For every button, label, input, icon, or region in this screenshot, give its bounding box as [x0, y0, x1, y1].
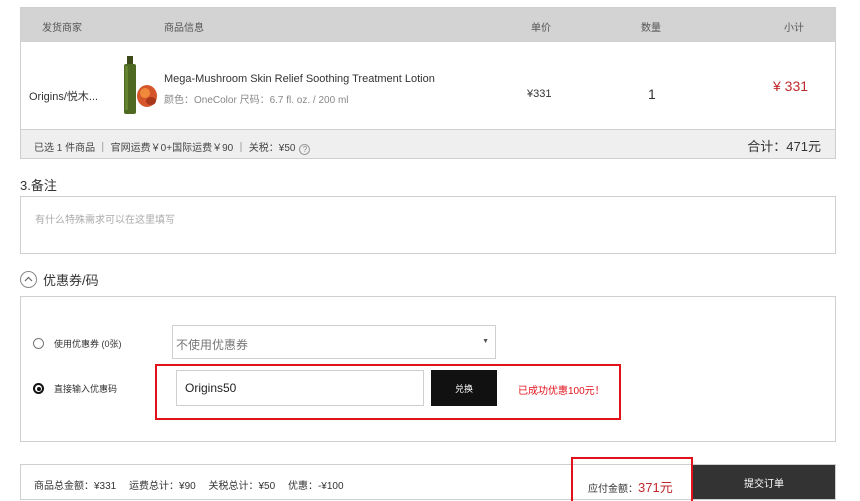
payable-label: 应付金额： [588, 484, 638, 495]
summary-text: 已选 1 件商品 ｜ 官网运费￥0+国际运费￥90 ｜ 关税：¥50 [34, 143, 296, 154]
coupon-select[interactable]: 不使用优惠券 ▼ [172, 325, 496, 359]
payable-amount: 371元 [638, 480, 673, 495]
order-summary-bar: 已选 1 件商品 ｜ 官网运费￥0+国际运费￥90 ｜ 关税：¥50? 合计：4… [21, 130, 835, 158]
coupon-select-value: 不使用优惠券 [176, 338, 249, 352]
product-attributes: 颜色：OneColor 尺码：6.7 fl. oz. / 200 ml [164, 95, 349, 106]
goods-total: 商品总金额：¥331 [34, 481, 117, 492]
header-seller: 发货商家 [42, 23, 82, 34]
product-image[interactable] [116, 54, 162, 118]
product-name[interactable]: Mega-Mushroom Skin Relief Soothing Treat… [164, 73, 435, 85]
use-coupon-option[interactable]: 使用优惠券 (0张) [33, 337, 122, 350]
checkout-footer: 商品总金额：¥331 运费总计：¥90 关税总计：¥50 优惠：-¥100 应付… [20, 457, 836, 501]
chevron-up-icon[interactable] [20, 270, 37, 288]
header-subtotal: 小计 [784, 23, 804, 34]
coupon-code-field[interactable] [176, 370, 424, 406]
header-product: 商品信息 [164, 23, 204, 34]
direct-code-radio[interactable] [33, 383, 44, 394]
use-coupon-label: 使用优惠券 (0张) [54, 339, 122, 349]
header-unit-price: 单价 [531, 23, 551, 34]
coupon-panel: 使用优惠券 (0张) 不使用优惠券 ▼ 直接输入优惠码 兑换 已成功优惠100元… [20, 296, 836, 442]
notes-textarea[interactable] [21, 197, 835, 253]
price-breakdown: 商品总金额：¥331 运费总计：¥90 关税总计：¥50 优惠：-¥100 [34, 477, 354, 492]
submit-order-button[interactable]: 提交订单 [693, 465, 835, 499]
table-header: 发货商家 商品信息 单价 数量 小计 [21, 8, 835, 42]
coupon-success-message: 已成功优惠100元！ [518, 386, 605, 397]
shipping-total: 运费总计：¥90 [129, 481, 196, 492]
coupon-code-input[interactable] [177, 371, 423, 405]
tax-total: 关税总计：¥50 [208, 481, 276, 492]
dropdown-arrow-icon: ▼ [482, 338, 489, 345]
coupon-toggle[interactable]: 优惠券/码 [20, 270, 99, 288]
notes-box [20, 196, 836, 254]
notes-label: 3.备注 [20, 178, 57, 193]
order-table: 发货商家 商品信息 单价 数量 小计 Origins/悦木... Mega-Mu… [20, 7, 836, 159]
table-row: Origins/悦木... Mega-Mushroom Skin Relief … [21, 42, 835, 130]
direct-code-option[interactable]: 直接输入优惠码 [33, 382, 117, 395]
item-subtotal: ¥ 331 [773, 78, 809, 94]
order-total: 合计：471元 [747, 139, 821, 154]
use-coupon-radio[interactable] [33, 338, 44, 349]
quantity: 1 [648, 86, 656, 102]
payable: 应付金额：371元 [588, 477, 673, 496]
help-icon[interactable]: ? [299, 144, 311, 155]
redeem-button[interactable]: 兑换 [431, 370, 497, 406]
seller-name[interactable]: Origins/悦木... [29, 88, 98, 104]
coupon-toggle-label: 优惠券/码 [43, 272, 99, 288]
unit-price: ¥331 [527, 88, 552, 100]
direct-code-label: 直接输入优惠码 [54, 384, 118, 394]
discount-total: 优惠：-¥100 [287, 481, 344, 492]
header-quantity: 数量 [641, 23, 661, 34]
